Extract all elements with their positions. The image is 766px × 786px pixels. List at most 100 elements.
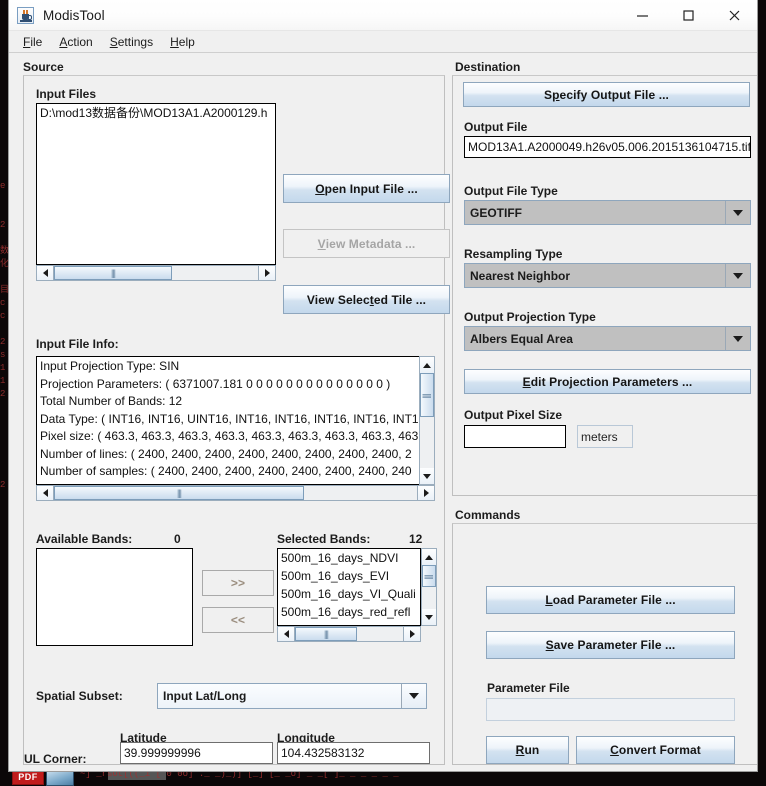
modistool-window: ModisTool File Action Settings Help Sour… xyxy=(8,0,758,772)
scroll-track[interactable]: ||| xyxy=(420,373,434,468)
scroll-up-icon[interactable] xyxy=(422,549,436,565)
scroll-thumb[interactable]: ||| xyxy=(420,373,434,417)
move-left-button[interactable]: << xyxy=(202,607,274,633)
menu-action[interactable]: Action xyxy=(51,33,101,51)
scroll-left-icon[interactable] xyxy=(37,486,54,500)
btn-post: onvert Format xyxy=(618,743,701,757)
specify-output-file-button[interactable]: Sp ecify Output File ... xyxy=(463,82,750,107)
btn-mnemonic: S xyxy=(545,638,554,652)
scroll-thumb[interactable]: ||| xyxy=(295,627,357,641)
move-right-button[interactable]: >> xyxy=(202,570,274,596)
info-line: Total Number of Bands: 12 xyxy=(40,394,183,408)
output-file-label: Output File xyxy=(464,120,528,134)
menu-settings-mnemonic: S xyxy=(109,34,118,49)
scroll-up-icon[interactable] xyxy=(420,357,434,373)
available-bands-list[interactable] xyxy=(36,548,193,646)
selected-bands-label: Selected Bands: xyxy=(277,532,371,546)
chevron-down-icon[interactable] xyxy=(725,201,750,224)
input-files-label: Input Files xyxy=(36,87,96,101)
output-file-type-label: Output File Type xyxy=(464,184,558,198)
btn-post: un xyxy=(524,743,540,757)
view-metadata-button: View Metadata ... xyxy=(283,229,450,258)
scroll-thumb[interactable]: ||| xyxy=(54,266,172,280)
scroll-right-icon[interactable] xyxy=(403,627,420,641)
chevron-down-icon[interactable] xyxy=(725,264,750,287)
scroll-track[interactable]: ||| xyxy=(295,627,403,641)
resampling-type-combo[interactable]: Nearest Neighbor xyxy=(464,263,751,288)
menu-settings-label: ettings xyxy=(117,34,154,49)
btn-post: oad Parameter File ... xyxy=(552,593,676,607)
title-bar: ModisTool xyxy=(9,0,757,31)
ul-corner-label: UL Corner: xyxy=(24,752,87,766)
btn-mnemonic: L xyxy=(545,593,553,607)
scroll-track[interactable]: ||| xyxy=(54,266,258,280)
output-file-field[interactable]: MOD13A1.A2000049.h26v05.006.201513610471… xyxy=(464,136,751,158)
spatial-subset-label: Spatial Subset: xyxy=(36,689,123,703)
menu-file[interactable]: File xyxy=(15,33,51,51)
scroll-thumb[interactable]: ||| xyxy=(54,486,304,500)
scroll-left-icon[interactable] xyxy=(278,627,295,641)
scroll-track[interactable]: ||| xyxy=(54,486,417,500)
list-item[interactable]: 500m_16_days_VI_Quali xyxy=(278,585,420,603)
ul-corner-longitude-field[interactable]: 104.432583132 xyxy=(277,742,430,764)
scroll-thumb[interactable]: ||| xyxy=(422,565,436,587)
scroll-right-icon[interactable] xyxy=(417,486,434,500)
scroll-track[interactable]: ||| xyxy=(422,565,436,609)
input-file-info-textarea[interactable]: Input Projection Type: SIN Projection Pa… xyxy=(36,356,427,485)
ul-corner-latitude-field[interactable]: 39.999999996 xyxy=(120,742,273,764)
menu-help[interactable]: Help xyxy=(162,33,204,51)
menu-bar: File Action Settings Help xyxy=(9,31,757,53)
output-file-type-combo[interactable]: GEOTIFF xyxy=(464,200,751,225)
spatial-subset-combo[interactable]: Input Lat/Long xyxy=(157,683,427,709)
spatial-subset-value: Input Lat/Long xyxy=(163,689,247,703)
input-files-list[interactable]: D:\mod13数据备份\MOD13A1.A2000129.h xyxy=(36,103,276,265)
convert-format-button[interactable]: Convert Format xyxy=(576,736,735,764)
available-bands-count: 0 xyxy=(174,532,181,546)
minimize-button[interactable] xyxy=(619,0,665,30)
chevron-down-icon[interactable] xyxy=(401,684,426,708)
btn-post: ed Tile ... xyxy=(373,292,427,307)
scroll-down-icon[interactable] xyxy=(422,609,436,625)
menu-settings[interactable]: Settings xyxy=(102,33,162,51)
window-controls xyxy=(619,0,757,30)
btn-post: dit Projection Parameters ... xyxy=(530,374,693,389)
output-projection-type-combo[interactable]: Albers Equal Area xyxy=(464,326,751,351)
selected-bands-count: 12 xyxy=(409,532,423,546)
selected-bands-hscrollbar[interactable]: ||| xyxy=(277,626,421,642)
commands-panel-title: Commands xyxy=(455,508,521,522)
view-selected-tile-button[interactable]: View Selec t ed Tile ... xyxy=(283,285,450,314)
scroll-right-icon[interactable] xyxy=(258,266,275,280)
info-line: Data Type: ( INT16, INT16, UINT16, INT16… xyxy=(40,411,426,426)
run-button[interactable]: Run xyxy=(486,736,569,764)
output-pixel-size-label: Output Pixel Size xyxy=(464,408,563,422)
btn-pre: S xyxy=(544,87,553,102)
list-item[interactable]: 500m_16_days_red_refl xyxy=(278,603,420,621)
scroll-down-icon[interactable] xyxy=(420,468,434,484)
destination-panel-title: Destination xyxy=(455,60,521,74)
btn-post: pen Input File ... xyxy=(324,181,418,196)
selected-bands-list[interactable]: 500m_16_days_NDVI 500m_16_days_EVI 500m_… xyxy=(277,548,421,626)
output-file-type-value: GEOTIFF xyxy=(470,205,522,220)
list-item[interactable]: 500m_16_days_EVI xyxy=(278,567,420,585)
save-parameter-file-button[interactable]: Save Parameter File ... xyxy=(486,631,735,659)
input-file-info-vscrollbar[interactable]: ||| xyxy=(419,356,435,485)
edit-projection-parameters-button[interactable]: Edit Projection Parameters ... xyxy=(464,369,751,394)
maximize-button[interactable] xyxy=(665,0,711,30)
close-button[interactable] xyxy=(711,0,757,30)
input-file-info-hscrollbar[interactable]: ||| xyxy=(36,485,435,501)
btn-mnemonic: p xyxy=(552,87,560,102)
chevron-down-icon[interactable] xyxy=(725,327,750,350)
pdf-icon: PDF xyxy=(12,770,44,785)
parameter-file-label: Parameter File xyxy=(487,681,570,695)
list-item[interactable]: 500m_16_days_NDVI xyxy=(278,549,420,567)
selected-bands-vscrollbar[interactable]: ||| xyxy=(421,548,437,626)
available-bands-label: Available Bands: xyxy=(36,532,133,546)
input-files-hscrollbar[interactable]: ||| xyxy=(36,265,276,281)
load-parameter-file-button[interactable]: Load Parameter File ... xyxy=(486,586,735,614)
parameter-file-field[interactable] xyxy=(486,698,735,721)
output-pixel-size-field[interactable] xyxy=(464,425,566,448)
scroll-left-icon[interactable] xyxy=(37,266,54,280)
open-input-file-button[interactable]: Open Input File ... xyxy=(283,174,450,203)
btn-post: iew Metadata ... xyxy=(325,236,416,251)
list-item[interactable]: D:\mod13数据备份\MOD13A1.A2000129.h xyxy=(37,104,275,122)
